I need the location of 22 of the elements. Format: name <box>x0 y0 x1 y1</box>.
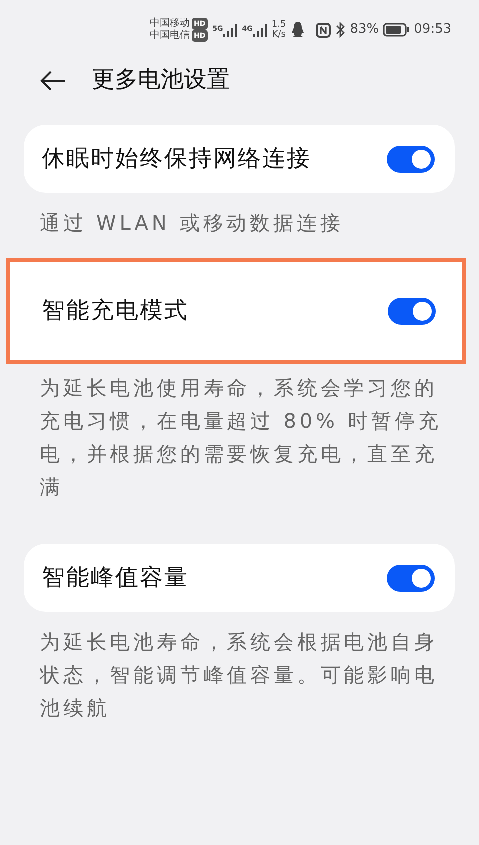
network-speed: 1.5 <box>272 20 286 30</box>
speed-unit: K/s <box>272 30 286 40</box>
battery-icon <box>383 23 410 37</box>
bluetooth-icon <box>336 22 346 38</box>
setting-label: 智能充电模式 <box>42 296 189 326</box>
setting-description: 通过 WLAN 或移动数据连接 <box>39 210 345 237</box>
toggle-switch[interactable] <box>387 564 435 592</box>
page-title: 更多电池设置 <box>92 66 230 95</box>
setting-label: 休眠时始终保持网络连接 <box>42 144 312 174</box>
setting-description: 为延长电池使用寿命，系统会学习您的充电习惯，在电量超过 80% 时暂停充电，并根据您的需要恢复充电，直至充满 <box>39 375 443 501</box>
nfc-icon <box>316 22 332 38</box>
setting-description: 为延长电池寿命，系统会根据电池自身状态，智能调节峰值容量。可能影响电池续航 <box>38 629 439 722</box>
battery-percent: 83% <box>350 21 380 40</box>
toggle-switch[interactable] <box>388 298 436 324</box>
clock: 09:53 <box>414 21 452 40</box>
carrier-name: 中国电信 <box>150 30 190 42</box>
signal-icon <box>223 24 238 36</box>
penguin-icon <box>291 22 306 38</box>
signal-icon <box>252 24 267 36</box>
carrier-name: 中国移动 <box>150 18 190 30</box>
toggle-switch[interactable] <box>387 146 435 172</box>
setting-label: 智能峰值容量 <box>42 564 189 593</box>
